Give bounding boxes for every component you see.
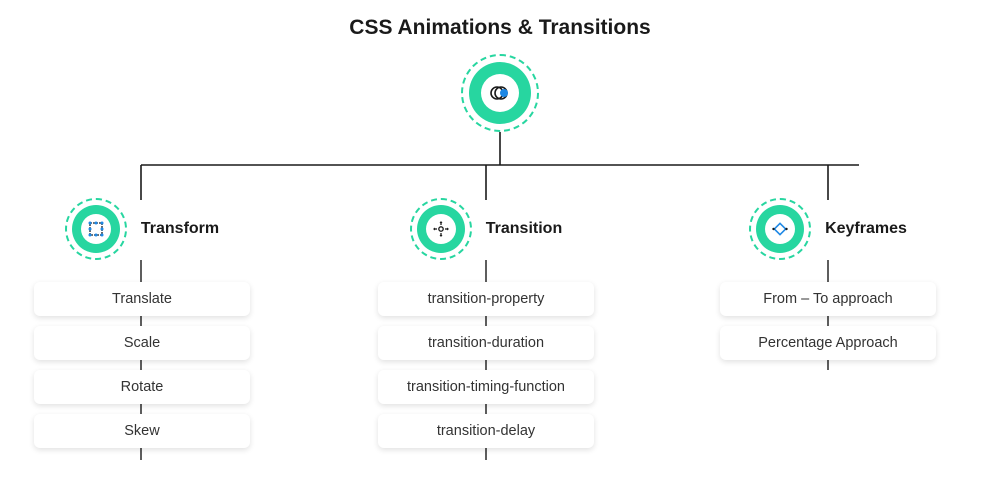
leaf-scale: Scale [34, 326, 250, 360]
keyframes-node [749, 198, 811, 260]
leaf-from-to: From – To approach [720, 282, 936, 316]
leaf-transition-duration: transition-duration [378, 326, 594, 360]
leaf-translate: Translate [34, 282, 250, 316]
branch-title-transition: Transition [486, 220, 562, 238]
branch-transform: Transform Translate Scale Rotate Skew [34, 198, 250, 448]
leaf-transition-timing-function: transition-timing-function [378, 370, 594, 404]
animation-rings-icon [488, 81, 512, 105]
branch-title-keyframes: Keyframes [825, 220, 907, 238]
transition-node [410, 198, 472, 260]
transform-grid-icon [87, 220, 105, 238]
transform-node [65, 198, 127, 260]
branch-transition: Transition transition-property transitio… [378, 198, 594, 448]
transition-arrows-icon [432, 220, 450, 238]
diagram-title: CSS Animations & Transitions [0, 0, 1000, 40]
keyframe-diamond-icon [771, 220, 789, 238]
leaf-rotate: Rotate [34, 370, 250, 404]
root-node [461, 54, 539, 132]
branch-title-transform: Transform [141, 220, 219, 238]
leaf-percentage: Percentage Approach [720, 326, 936, 360]
leaf-skew: Skew [34, 414, 250, 448]
branch-keyframes: Keyframes From – To approach Percentage … [720, 198, 936, 360]
leaf-transition-property: transition-property [378, 282, 594, 316]
leaf-transition-delay: transition-delay [378, 414, 594, 448]
